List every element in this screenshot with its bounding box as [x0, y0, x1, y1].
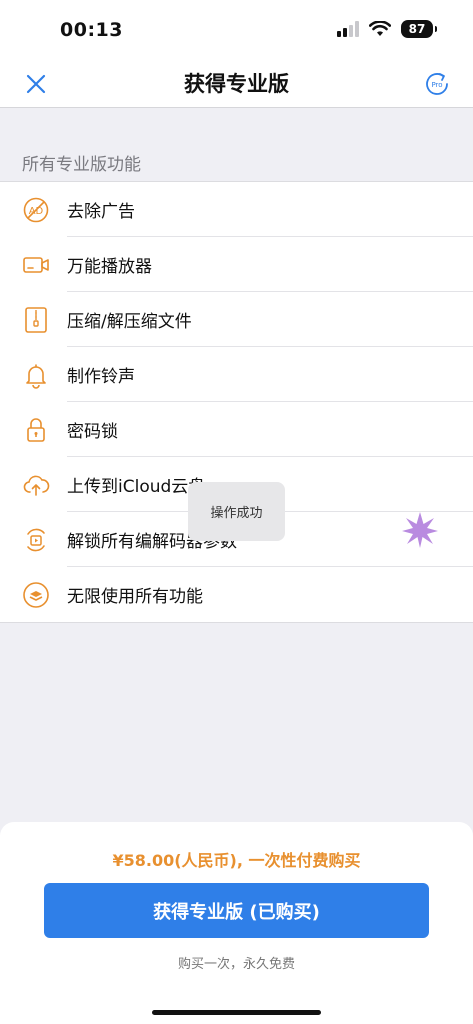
- sparkle-icon: [402, 512, 438, 548]
- feature-list: AD 去除广告 万能播放器 压缩/解压缩文件 制作铃声 密码锁 上传到iClou…: [0, 181, 473, 623]
- no-ads-icon: AD: [21, 195, 51, 225]
- home-indicator: [152, 1010, 321, 1015]
- feature-label: 密码锁: [67, 422, 118, 442]
- restore-purchase-button[interactable]: Pro: [421, 68, 453, 100]
- feature-item-unlimited[interactable]: 无限使用所有功能: [0, 567, 473, 622]
- codec-icon: [21, 525, 51, 555]
- page-title: 获得专业版: [184, 72, 289, 96]
- success-toast: 操作成功: [188, 482, 285, 541]
- battery-indicator: 87: [401, 20, 437, 38]
- feature-item-ringtone[interactable]: 制作铃声: [0, 347, 473, 402]
- get-pro-button[interactable]: 获得专业版 (已购买): [44, 883, 429, 938]
- feature-item-remove-ads[interactable]: AD 去除广告: [0, 182, 473, 237]
- status-time: 00:13: [60, 19, 123, 41]
- video-camera-icon: [21, 250, 51, 280]
- cellular-signal-icon: [337, 21, 359, 37]
- status-bar: 00:13 87: [0, 0, 473, 62]
- pro-restore-icon: Pro: [426, 73, 448, 95]
- feature-label: 制作铃声: [67, 367, 135, 387]
- purchase-note: 购买一次，永久免费: [177, 957, 295, 972]
- price-label: ¥58.00(人民币), 一次性付费购买: [112, 851, 361, 870]
- feature-item-universal-player[interactable]: 万能播放器: [0, 237, 473, 292]
- feature-label: 万能播放器: [67, 257, 152, 277]
- bell-icon: [21, 360, 51, 390]
- layers-icon: [21, 580, 51, 610]
- purchase-sheet: ¥58.00(人民币), 一次性付费购买 获得专业版 (已购买) 购买一次，永久…: [0, 822, 473, 1024]
- wifi-icon: [369, 21, 391, 36]
- feature-label: 上传到iCloud云盘: [67, 477, 206, 497]
- feature-label: 去除广告: [67, 202, 135, 222]
- svg-text:Pro: Pro: [431, 81, 442, 89]
- feature-item-zip[interactable]: 压缩/解压缩文件: [0, 292, 473, 347]
- section-header: 所有专业版功能: [22, 155, 141, 175]
- feature-label: 无限使用所有功能: [67, 587, 203, 607]
- feature-item-password-lock[interactable]: 密码锁: [0, 402, 473, 457]
- cloud-upload-icon: [21, 470, 51, 500]
- status-indicators: 87: [337, 20, 437, 38]
- zip-file-icon: [21, 305, 51, 335]
- navigation-bar: 获得专业版 Pro: [0, 62, 473, 108]
- feature-label: 压缩/解压缩文件: [67, 312, 192, 332]
- lock-icon: [21, 415, 51, 445]
